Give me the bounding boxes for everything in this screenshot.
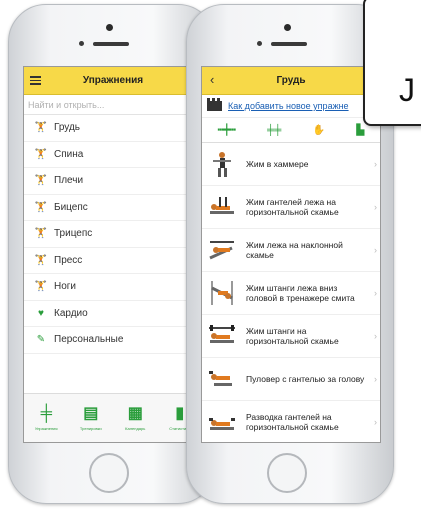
- category-triceps[interactable]: 🏋 Трицепс: [24, 221, 202, 248]
- search-input[interactable]: Найти и открыть...: [24, 95, 202, 115]
- equipment-filter-bar: ┅┿┅ ╪╪ ✋ ▙: [202, 118, 380, 143]
- chevron-right-icon: ›: [374, 245, 377, 255]
- exercise-illustration-icon: [206, 406, 238, 438]
- triceps-muscle-icon: 🏋: [34, 228, 48, 240]
- legs-muscle-icon: 🏋: [34, 281, 48, 293]
- category-shoulders[interactable]: 🏋 Плечи: [24, 168, 202, 195]
- chest-muscle-icon: 🏋: [34, 122, 48, 134]
- exercise-illustration-icon: [206, 191, 238, 223]
- chevron-right-icon: ›: [374, 374, 377, 384]
- nav-bar: ‹ Грудь: [202, 67, 380, 95]
- exercise-name: Жим гантелей лежа на горизонтальной скам…: [246, 197, 339, 217]
- screen-exercises: Упражнения Найти и открыть... 🏋 Грудь 🏋 Сп…: [23, 66, 203, 443]
- category-cardio[interactable]: ♥ Кардио: [24, 301, 202, 327]
- exercise-row[interactable]: Пуловер с гантелью за голову ›: [202, 358, 380, 401]
- exercise-row[interactable]: Жим лежа на наклонной скамье ›: [202, 229, 380, 272]
- tab-exercises[interactable]: ╪ Упражнения: [24, 394, 69, 442]
- sensor: [257, 41, 262, 46]
- add-exercise-link[interactable]: Как добавить новое упражне: [228, 101, 349, 111]
- exercise-name: Жим в хаммере: [246, 159, 309, 169]
- exercise-illustration-icon: [206, 148, 238, 180]
- back-chevron-icon[interactable]: ‹: [210, 72, 214, 87]
- category-label: Кардио: [54, 307, 88, 319]
- exercise-row[interactable]: Жим штанги лежа вниз головой в тренажере…: [202, 272, 380, 315]
- home-button[interactable]: [89, 453, 129, 493]
- category-label: Трицепс: [54, 228, 93, 240]
- tab-workouts[interactable]: ▤ Тренировки: [69, 394, 114, 442]
- exercise-list: Жим в хаммере › Жим гантелей лежа на гори…: [202, 143, 380, 442]
- exercise-row[interactable]: Жим в хаммере ›: [202, 143, 380, 186]
- exercise-row[interactable]: Жим гантелей лежа на горизонтальной скам…: [202, 186, 380, 229]
- nav-bar: Упражнения: [24, 67, 202, 95]
- category-label: Плечи: [54, 175, 84, 187]
- exercise-name: Жим штанги на горизонтальной скамье: [246, 326, 339, 346]
- phone-exercises: Упражнения Найти и открыть... 🏋 Грудь 🏋 Сп…: [8, 4, 216, 504]
- menu-icon[interactable]: [30, 76, 41, 87]
- sensor: [79, 41, 84, 46]
- earpiece-speaker: [271, 42, 307, 46]
- chevron-right-icon: ›: [374, 331, 377, 341]
- front-camera: [106, 24, 113, 31]
- shoulders-muscle-icon: 🏋: [34, 175, 48, 187]
- category-biceps[interactable]: 🏋 Бицепс: [24, 195, 202, 221]
- heart-icon: ♥: [38, 307, 44, 319]
- clipboard-icon: ▤: [83, 405, 99, 422]
- pencil-icon: ✎: [36, 334, 46, 346]
- category-legs[interactable]: 🏋 Ноги: [24, 274, 202, 301]
- exercise-name: Пуловер с гантелью за голову: [246, 374, 365, 384]
- add-exercise-row[interactable]: Как добавить новое упражне: [202, 95, 380, 118]
- exercise-name: Жим лежа на наклонной скамье: [246, 240, 343, 260]
- page-title: Грудь: [276, 75, 306, 86]
- page-title: Упражнения: [82, 75, 144, 86]
- chevron-right-icon: ›: [374, 417, 377, 427]
- hand-icon[interactable]: ✋: [313, 125, 325, 136]
- category-abs[interactable]: 🏋 Пресс: [24, 248, 202, 274]
- category-list: 🏋 Грудь 🏋 Спина 🏋 Плечи 🏋 Бицепс 🏋 Трицепс 🏋 П…: [24, 115, 202, 354]
- screen-chest: ‹ Грудь Как добавить новое упражне ┅┿┅ ╪…: [201, 66, 381, 443]
- category-chest[interactable]: 🏋 Грудь: [24, 115, 202, 142]
- callout-glyph: J: [399, 72, 415, 108]
- tab-calendar[interactable]: ▦ Календарь: [113, 394, 158, 442]
- chevron-right-icon: ›: [374, 159, 377, 169]
- dumbbell-icon: ╪: [40, 405, 52, 422]
- calendar-icon: ▦: [127, 405, 143, 422]
- exercise-illustration-icon: [206, 277, 238, 309]
- chevron-right-icon: ›: [374, 202, 377, 212]
- category-personal[interactable]: ✎ Персональные: [24, 327, 202, 354]
- exercise-row[interactable]: Жим штанги на горизонтальной скамье ›: [202, 315, 380, 358]
- dumbbell-icon[interactable]: ╪╪: [267, 125, 281, 136]
- category-back[interactable]: 🏋 Спина: [24, 142, 202, 168]
- exercise-name: Разводка гантелей на горизонтальной скам…: [246, 412, 339, 432]
- category-label: Грудь: [54, 122, 81, 134]
- exercise-row[interactable]: Разводка гантелей на горизонтальной скам…: [202, 401, 380, 442]
- tab-bar: ╪ Упражнения ▤ Тренировки ▦ Календарь ▮ Стат…: [24, 393, 202, 442]
- exercise-illustration-icon: [206, 234, 238, 266]
- home-button[interactable]: [267, 453, 307, 493]
- back-muscle-icon: 🏋: [34, 148, 48, 160]
- exercise-illustration-icon: [206, 320, 238, 352]
- category-label: Ноги: [54, 281, 77, 293]
- earpiece-speaker: [93, 42, 129, 46]
- callout-box: J: [363, 0, 421, 126]
- exercise-name: Жим штанги лежа вниз головой в тренажере…: [246, 283, 355, 303]
- front-camera: [284, 24, 291, 31]
- category-label: Персональные: [54, 334, 124, 346]
- category-label: Бицепс: [54, 201, 88, 213]
- clapperboard-icon: [207, 98, 222, 111]
- category-label: Спина: [54, 148, 84, 160]
- biceps-muscle-icon: 🏋: [34, 201, 48, 213]
- chevron-right-icon: ›: [374, 288, 377, 298]
- machine-icon[interactable]: ▙: [357, 125, 365, 136]
- abs-muscle-icon: 🏋: [34, 254, 48, 266]
- category-label: Пресс: [54, 254, 83, 266]
- bar-chart-icon: ▮: [175, 405, 185, 422]
- barbell-icon[interactable]: ┅┿┅: [218, 125, 236, 136]
- exercise-illustration-icon: [206, 363, 238, 395]
